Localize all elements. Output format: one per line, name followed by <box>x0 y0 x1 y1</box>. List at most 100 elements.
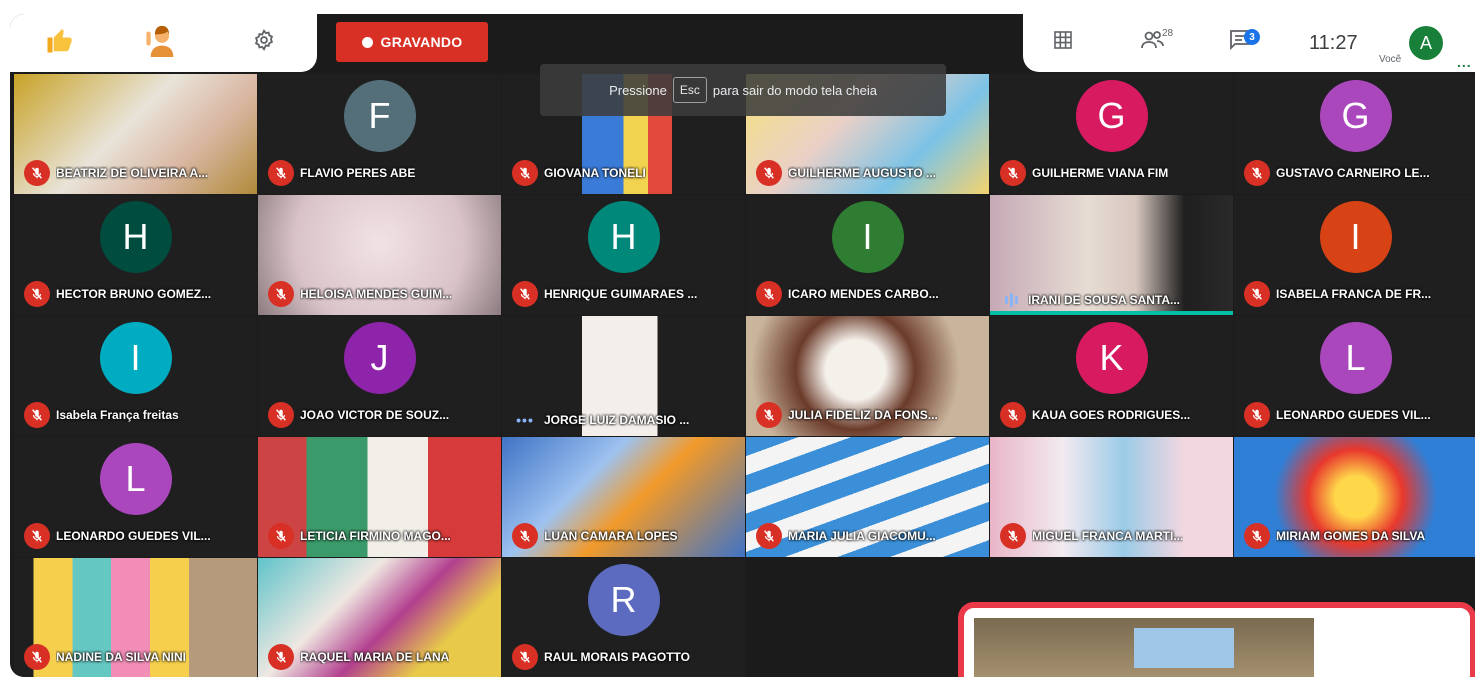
participant-label: KAUA GOES RODRIGUES... <box>1000 402 1227 428</box>
participant-tile[interactable]: G GUILHERME VIANA FIM <box>990 74 1233 194</box>
participant-name: LEONARDO GUEDES VIL... <box>56 529 211 543</box>
participant-name: KAUA GOES RODRIGUES... <box>1032 408 1191 422</box>
participant-name: HELOISA MENDES GUIM... <box>300 287 453 301</box>
participant-tile[interactable]: MIRIAM GOMES DA SILVA <box>1234 437 1475 557</box>
participant-tile[interactable]: L LEONARDO GUEDES VIL... <box>14 437 257 557</box>
participant-tile[interactable]: L LEONARDO GUEDES VIL... <box>1234 316 1475 436</box>
participant-tile[interactable]: MARIA JULIA GIACOMU... <box>746 437 989 557</box>
participant-name: ISABELA FRANCA DE FR... <box>1276 287 1432 301</box>
self-label: Você <box>1379 54 1402 65</box>
participant-label: Isabela França freitas <box>24 402 251 428</box>
participant-name: GUILHERME VIANA FIM <box>1032 166 1169 180</box>
participants-count: 28 <box>1162 28 1174 39</box>
self-view[interactable] <box>958 602 1475 677</box>
participant-avatar: L <box>99 443 172 515</box>
grid-icon <box>1053 30 1073 55</box>
participant-name: Isabela França freitas <box>56 408 179 422</box>
thumbs-up-button[interactable] <box>38 20 82 64</box>
participant-label: LUAN CAMARA LOPES <box>512 523 739 549</box>
toast-text-after: para sair do modo tela cheia <box>712 82 877 98</box>
self-avatar[interactable]: A <box>1409 26 1443 60</box>
participant-tile[interactable]: MIGUEL FRANCA MARTI... <box>990 437 1233 557</box>
audio-wave-icon <box>1000 293 1022 307</box>
raise-hand-icon <box>145 23 179 62</box>
thumbs-up-icon <box>45 25 75 60</box>
more-options-icon[interactable]: ••• <box>512 412 538 428</box>
participants-button[interactable]: 28 <box>1131 20 1175 64</box>
participant-tile[interactable]: LUAN CAMARA LOPES <box>502 437 745 557</box>
participant-label: LEONARDO GUEDES VIL... <box>24 523 251 549</box>
participant-label: BEATRIZ DE OLIVEIRA A... <box>24 160 251 186</box>
top-bar-right: 28 3 11:27 Você A ... <box>1023 14 1475 72</box>
mic-off-icon <box>268 523 294 549</box>
participant-tile[interactable]: I ISABELA FRANCA DE FR... <box>1234 195 1475 315</box>
participant-name: LUAN CAMARA LOPES <box>544 529 678 543</box>
participant-tile[interactable]: F FLAVIO PERES ABE <box>258 74 501 194</box>
participant-label: GUILHERME AUGUSTO ... <box>756 160 983 186</box>
mic-off-icon <box>756 160 782 186</box>
participant-tile[interactable]: NADINE DA SILVA NINI <box>14 558 257 677</box>
self-view-video <box>974 618 1314 677</box>
self-view-sign-image <box>1134 628 1234 668</box>
gear-icon <box>253 28 275 56</box>
participant-tile[interactable]: LETICIA FIRMINO MAGO... <box>258 437 501 557</box>
participant-label: JOAO VICTOR DE SOUZ... <box>268 402 495 428</box>
participant-label: GUILHERME VIANA FIM <box>1000 160 1227 186</box>
mic-off-icon <box>268 644 294 670</box>
participant-avatar: H <box>587 201 660 273</box>
participant-tile[interactable]: JULIA FIDELIZ DA FONS... <box>746 316 989 436</box>
settings-button[interactable] <box>242 20 286 64</box>
participant-name: MIRIAM GOMES DA SILVA <box>1276 529 1426 543</box>
participant-avatar: H <box>99 201 172 273</box>
speaking-indicator <box>990 311 1233 315</box>
participant-label: JULIA FIDELIZ DA FONS... <box>756 402 983 428</box>
participant-label: IRANI DE SOUSA SANTA... <box>1000 293 1227 307</box>
mic-off-icon <box>24 402 50 428</box>
mic-off-icon <box>24 281 50 307</box>
participant-avatar: F <box>343 80 416 152</box>
participant-tile[interactable]: RAQUEL MARIA DE LANA <box>258 558 501 677</box>
participant-name: MARIA JULIA GIACOMU... <box>788 529 936 543</box>
mic-off-icon <box>756 281 782 307</box>
participant-tile[interactable]: G GUSTAVO CARNEIRO LE... <box>1234 74 1475 194</box>
mic-off-icon <box>1244 160 1270 186</box>
participant-label: ISABELA FRANCA DE FR... <box>1244 281 1471 307</box>
chat-unread-badge: 3 <box>1244 29 1260 45</box>
participant-label: GIOVANA TONELI <box>512 160 739 186</box>
recording-indicator[interactable]: GRAVANDO <box>336 22 488 62</box>
participant-avatar: J <box>343 322 416 394</box>
participant-name: HENRIQUE GUIMARAES ... <box>544 287 698 301</box>
participant-label: MIGUEL FRANCA MARTI... <box>1000 523 1227 549</box>
participant-tile[interactable]: I ICARO MENDES CARBO... <box>746 195 989 315</box>
participant-name: GIOVANA TONELI <box>544 166 646 180</box>
participant-tile[interactable]: R RAUL MORAIS PAGOTTO <box>502 558 745 677</box>
raise-hand-button[interactable] <box>140 20 184 64</box>
participant-name: RAQUEL MARIA DE LANA <box>300 650 450 664</box>
participant-label: RAQUEL MARIA DE LANA <box>268 644 495 670</box>
participant-tile[interactable]: I Isabela França freitas <box>14 316 257 436</box>
recording-label: GRAVANDO <box>380 34 463 50</box>
chat-button[interactable]: 3 <box>1218 20 1262 64</box>
participant-avatar: G <box>1319 80 1392 152</box>
participant-tile[interactable]: K KAUA GOES RODRIGUES... <box>990 316 1233 436</box>
participant-tile[interactable]: ••• JORGE LUIZ DAMASIO ... <box>502 316 745 436</box>
participant-name: MIGUEL FRANCA MARTI... <box>1032 529 1184 543</box>
participant-tile[interactable]: IRANI DE SOUSA SANTA... <box>990 195 1233 315</box>
more-options-dots[interactable]: ... <box>1457 54 1472 70</box>
toast-text-before: Pressione <box>609 82 667 98</box>
participant-tile[interactable]: HELOISA MENDES GUIM... <box>258 195 501 315</box>
participant-tile[interactable]: H HENRIQUE GUIMARAES ... <box>502 195 745 315</box>
meeting-stage: GRAVANDO 28 3 11:27 Você A ... Pressione… <box>10 14 1475 677</box>
participant-label: MARIA JULIA GIACOMU... <box>756 523 983 549</box>
layout-grid-button[interactable] <box>1041 20 1085 64</box>
mic-off-icon <box>1244 402 1270 428</box>
participant-tile[interactable]: BEATRIZ DE OLIVEIRA A... <box>14 74 257 194</box>
clock: 11:27 <box>1309 32 1358 54</box>
participant-tile[interactable]: J JOAO VICTOR DE SOUZ... <box>258 316 501 436</box>
participant-name: IRANI DE SOUSA SANTA... <box>1028 293 1181 307</box>
participant-label: NADINE DA SILVA NINI <box>24 644 251 670</box>
participant-name: NADINE DA SILVA NINI <box>56 650 187 664</box>
participant-tile[interactable]: H HECTOR BRUNO GOMEZ... <box>14 195 257 315</box>
participant-name: JOAO VICTOR DE SOUZ... <box>300 408 450 422</box>
top-bar-left <box>10 14 317 72</box>
